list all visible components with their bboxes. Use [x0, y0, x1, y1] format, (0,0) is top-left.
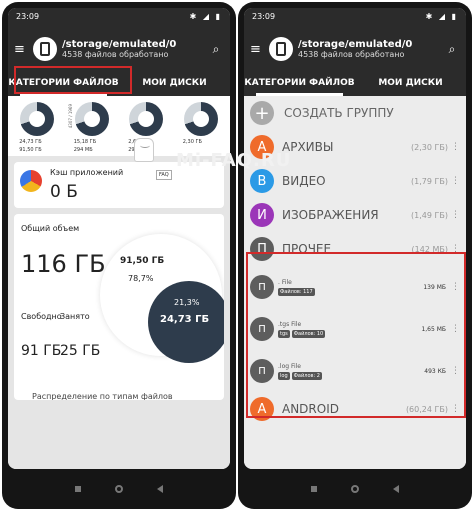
storage-icon [33, 37, 57, 61]
files-processed: 4538 файлов обработано [298, 50, 405, 59]
category-name: АРХИВЫ [282, 140, 334, 154]
home-icon[interactable] [351, 485, 359, 493]
tab-my-disks[interactable]: МОИ ДИСКИ [119, 70, 230, 96]
donut-chart [183, 102, 218, 136]
status-icons: ✱ ◢ ▮ [189, 12, 222, 21]
category-name: ВИДЕО [282, 174, 326, 188]
category-donuts: 24,73 ГБ 91,50 ГБ 4307 / 1969 15,18 ГБ 2… [8, 96, 230, 156]
category-size: (1,49 ГБ) [411, 210, 448, 220]
category-name: ИЗОБРАЖЕНИЯ [282, 208, 379, 222]
storage-path: /storage/emulated/0 [298, 39, 413, 50]
donut-chart [74, 102, 109, 136]
donut-chart [20, 102, 55, 136]
free-label: Свободно [21, 312, 62, 321]
watermark: Mi-FAQ.RU [176, 150, 292, 171]
overall-storage-card: Общий объем 116 ГБ Свободно Занято 91 ГБ… [14, 214, 224, 400]
storage-path: /storage/emulated/0 [62, 39, 177, 50]
system-nav-bar [2, 469, 236, 509]
pie-used-value: 24,73 ГБ [160, 314, 210, 325]
storage-icon [269, 37, 293, 61]
search-icon[interactable]: ⌕ [444, 42, 460, 57]
tab-highlight-frame [14, 66, 132, 94]
app-bar-text: /storage/emulated/0 4538 файлов обработа… [62, 39, 208, 59]
donut-label-2: 91,50 ГБ [19, 147, 42, 153]
status-bar: 23:09 ✱ ◢ ▮ [8, 8, 230, 28]
more-options-icon[interactable]: ⋮ [451, 210, 460, 220]
home-icon[interactable] [115, 485, 123, 493]
back-icon[interactable] [157, 485, 163, 493]
distribution-label: Распределение по типам файлов [32, 392, 173, 400]
more-options-icon[interactable]: ⋮ [451, 176, 460, 186]
back-icon[interactable] [393, 485, 399, 493]
plus-icon: + [250, 101, 274, 125]
free-value: 91 ГБ [21, 343, 62, 359]
recent-apps-icon[interactable] [75, 486, 81, 492]
other-highlight-frame [246, 252, 466, 418]
watermark-tag: FAQ [156, 170, 172, 180]
recent-apps-icon[interactable] [311, 486, 317, 492]
create-group-row[interactable]: + СОЗДАТЬ ГРУППУ [244, 96, 466, 130]
cache-label: Кэш приложений [50, 168, 124, 177]
donut-label-1: 15,18 ГБ [73, 139, 97, 145]
left-screen: 23:09 ✱ ◢ ▮ ≡ /storage/emulated/0 4538 ф… [8, 8, 230, 469]
donut-label-1: 2,30 ГБ [182, 139, 202, 145]
pie-free-percent: 78,7% [128, 274, 154, 283]
tab-bar: КАТЕГОРИИ ФАЙЛОВ МОИ ДИСКИ [244, 70, 466, 96]
used-value: 25 ГБ [60, 343, 101, 359]
chrome-icon [20, 170, 42, 192]
donut-chart [129, 102, 164, 136]
used-label: Занято [60, 312, 90, 321]
system-nav-bar [238, 469, 472, 509]
total-value: 116 ГБ [21, 250, 106, 278]
status-time: 23:09 [252, 12, 276, 21]
menu-icon[interactable]: ≡ [250, 42, 264, 57]
screenshot-pair: 23:09 ✱ ◢ ▮ ≡ /storage/emulated/0 4538 ф… [0, 0, 474, 511]
donut-item[interactable]: 4307 / 1969 15,18 ГБ 294 МБ [67, 100, 114, 153]
donut-item[interactable]: 24,73 ГБ 91,50 ГБ [15, 100, 59, 153]
app-bar-text: /storage/emulated/0 4538 файлов обработа… [298, 39, 444, 59]
cache-value: 0 Б [50, 182, 78, 202]
app-bar: ≡ /storage/emulated/0 4538 файлов обрабо… [8, 28, 230, 70]
robot-mascot-icon [134, 138, 154, 162]
tab-my-disks[interactable]: МОИ ДИСКИ [355, 70, 466, 96]
status-icons: ✱ ◢ ▮ [425, 12, 458, 21]
donut-label-2: 294 МБ [73, 147, 93, 153]
category-size: (1,79 ГБ) [411, 176, 448, 186]
status-time: 23:09 [16, 12, 40, 21]
donut-side-text: 4307 / 1969 [67, 104, 73, 129]
menu-icon[interactable]: ≡ [14, 42, 28, 57]
pie-used-percent: 21,3% [174, 298, 200, 307]
donut-item[interactable]: 2,30 ГБ [179, 100, 223, 152]
category-row-images[interactable]: И ИЗОБРАЖЕНИЯ (1,49 ГБ) ⋮ [244, 198, 466, 232]
status-bar: 23:09 ✱ ◢ ▮ [244, 8, 466, 28]
images-letter-icon: И [250, 203, 274, 227]
files-processed: 4538 файлов обработано [62, 50, 169, 59]
app-bar: ≡ /storage/emulated/0 4538 файлов обрабо… [244, 28, 466, 70]
video-letter-icon: В [250, 169, 274, 193]
create-group-label: СОЗДАТЬ ГРУППУ [284, 106, 394, 120]
donut-label-1: 24,73 ГБ [19, 139, 42, 145]
tab-file-categories[interactable]: КАТЕГОРИИ ФАЙЛОВ [244, 70, 355, 96]
pie-free-value: 91,50 ГБ [120, 256, 165, 266]
right-phone: 23:09 ✱ ◢ ▮ ≡ /storage/emulated/0 4538 ф… [238, 2, 472, 509]
more-options-icon[interactable]: ⋮ [451, 142, 460, 152]
right-screen: 23:09 ✱ ◢ ▮ ≡ /storage/emulated/0 4538 ф… [244, 8, 466, 469]
category-size: (2,30 ГБ) [411, 142, 448, 152]
search-icon[interactable]: ⌕ [208, 42, 224, 57]
total-label: Общий объем [21, 224, 80, 233]
left-phone: 23:09 ✱ ◢ ▮ ≡ /storage/emulated/0 4538 ф… [2, 2, 236, 509]
